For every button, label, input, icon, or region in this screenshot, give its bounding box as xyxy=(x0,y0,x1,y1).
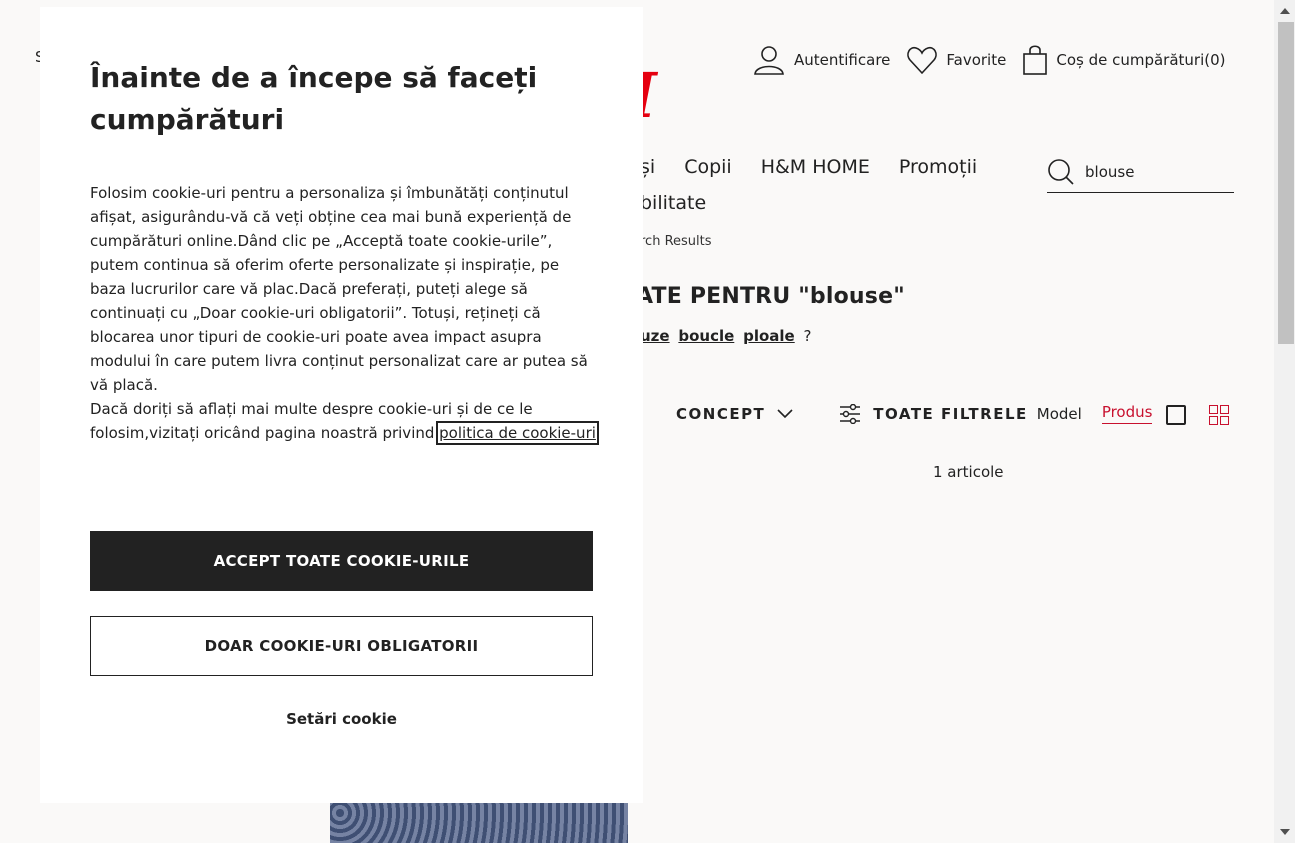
scroll-down-arrow-icon[interactable] xyxy=(1280,829,1290,835)
login-link[interactable]: Autentificare xyxy=(752,44,890,76)
suggestion-link[interactable]: uze xyxy=(640,327,670,345)
model-toggle[interactable]: Model xyxy=(1037,405,1082,423)
accept-all-cookies-button[interactable]: ACCEPT TOATE COOKIE-URILE xyxy=(90,531,593,591)
cookie-modal-description: Folosim cookie-uri pentru a personaliza … xyxy=(90,184,588,394)
suggestion-link[interactable]: boucle xyxy=(678,327,734,345)
breadcrumb[interactable]: rch Results xyxy=(640,234,712,249)
single-view-icon[interactable] xyxy=(1166,405,1186,425)
concept-filter[interactable]: CONCEPT xyxy=(676,405,793,423)
product-toggle[interactable]: Produs xyxy=(1101,403,1153,424)
shopping-bag-icon xyxy=(1023,45,1048,75)
search-input[interactable] xyxy=(1085,163,1225,181)
filter-sliders-icon xyxy=(840,403,861,424)
cart-link[interactable]: Coș de cumpărături(0) xyxy=(1022,44,1226,76)
cookie-modal-policy-text: Dacă doriți să aflați mai multe despre c… xyxy=(90,397,599,445)
user-icon xyxy=(754,46,784,75)
cookie-settings-button[interactable]: Setări cookie xyxy=(90,710,593,728)
nav-item-copii[interactable]: Copii xyxy=(684,156,732,178)
scrollbar[interactable] xyxy=(1274,0,1295,843)
cookie-modal-title: Înainte de a începe să faceți cumpărătur… xyxy=(90,61,538,136)
suggestion-suffix: ? xyxy=(803,327,812,345)
cookie-modal: Înainte de a începe să faceți cumpărătur… xyxy=(40,7,643,803)
nav-item-promotii[interactable]: Promoții xyxy=(899,156,977,178)
main-nav: și Copii H&M HOME Promoții xyxy=(640,156,1006,178)
filter-bar: CONCEPT TOATE FILTRELE Model Produs xyxy=(676,403,1153,424)
required-cookies-only-button[interactable]: DOAR COOKIE-URI OBLIGATORII xyxy=(90,616,593,676)
page-title: ATE PENTRU "blouse" xyxy=(636,284,905,309)
all-filters-button[interactable]: TOATE FILTRELE xyxy=(839,403,1028,424)
favorites-label: Favorite xyxy=(946,51,1007,69)
search-suggestions: uze boucle ploale ? xyxy=(640,327,811,345)
search-box xyxy=(1047,152,1234,193)
results-count: 1 articole xyxy=(933,463,1004,481)
cookie-policy-link[interactable]: politica de cookie-uri xyxy=(436,421,599,445)
cart-label: Coș de cumpărături(0) xyxy=(1056,51,1226,69)
heart-icon xyxy=(907,46,938,75)
scroll-up-arrow-icon[interactable] xyxy=(1280,8,1290,14)
login-label: Autentificare xyxy=(794,51,891,69)
grid-view-icon[interactable] xyxy=(1209,405,1229,425)
suggestion-link[interactable]: ploale xyxy=(743,327,795,345)
product-image[interactable] xyxy=(330,803,628,843)
scroll-thumb[interactable] xyxy=(1278,22,1294,344)
header-actions: Autentificare Favorite Coș de cumpărătur… xyxy=(752,44,1242,76)
favorites-link[interactable]: Favorite xyxy=(906,45,1006,75)
nav-item-hm-home[interactable]: H&M HOME xyxy=(761,156,870,178)
search-icon[interactable] xyxy=(1047,158,1075,186)
concept-label: CONCEPT xyxy=(676,404,766,423)
nav-item-sustainability[interactable]: bilitate xyxy=(640,192,706,214)
chevron-down-icon xyxy=(777,408,793,418)
all-filters-label: TOATE FILTRELE xyxy=(873,404,1028,423)
